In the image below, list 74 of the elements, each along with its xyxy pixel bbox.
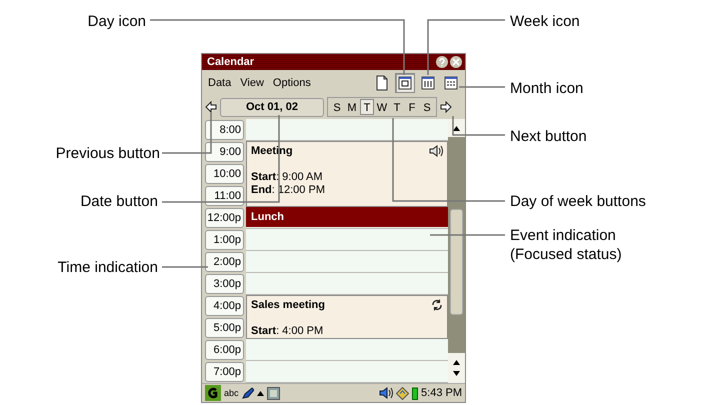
- date-button[interactable]: Oct 01, 02: [220, 98, 324, 116]
- time-button[interactable]: 6:00p: [205, 340, 244, 360]
- event-title: Lunch: [251, 211, 285, 224]
- callout-label: Day icon: [86, 12, 146, 31]
- callout-label: Next button: [510, 127, 587, 146]
- previous-button[interactable]: [205, 101, 217, 113]
- up-arrow-icon: [256, 390, 264, 396]
- close-icon: [452, 58, 460, 66]
- event-block[interactable]: Meeting Start: 9:00 AM End: 12:00 PM: [246, 141, 448, 207]
- speaker-icon: [379, 387, 394, 399]
- weekday-button[interactable]: W: [375, 99, 389, 115]
- callout-label: Month icon: [510, 79, 584, 98]
- time-button[interactable]: 12:00p: [205, 208, 244, 228]
- next-button[interactable]: [440, 101, 452, 113]
- schedule-grid[interactable]: Meeting Start: 9:00 AM End: 12:00 PM Lunch Sales meeting Start: 4:00 PM: [246, 119, 448, 383]
- time-button[interactable]: 7:00p: [205, 362, 244, 382]
- day-view-button[interactable]: [395, 72, 415, 92]
- clock: 5:43 PM: [421, 387, 462, 399]
- callout-label: Time indication: [56, 258, 158, 277]
- pen-icon: [242, 387, 254, 399]
- event-title: Sales meeting: [251, 299, 326, 312]
- time-button[interactable]: 10:00: [205, 164, 244, 184]
- up-arrow-icon: [453, 360, 460, 365]
- event-block[interactable]: Lunch: [246, 207, 448, 227]
- scroll-thumb[interactable]: [450, 209, 463, 315]
- down-arrow-icon: [453, 371, 460, 376]
- network-icon: [396, 386, 410, 400]
- callout-label: Date button: [79, 192, 158, 211]
- time-button[interactable]: 9:00: [205, 142, 244, 162]
- time-button[interactable]: 3:00p: [205, 274, 244, 294]
- right-arrow-icon: [440, 101, 452, 113]
- window-title: Calendar: [207, 56, 254, 68]
- event-detail: Start: 9:00 AM: [251, 171, 324, 184]
- callout-label: Previous button: [54, 144, 160, 163]
- leader-line: [162, 266, 208, 268]
- time-button[interactable]: 8:00: [205, 120, 244, 140]
- start-logo-icon: [205, 385, 221, 401]
- callout-label: Day of week buttons: [510, 192, 646, 211]
- event-title: Meeting: [251, 145, 294, 158]
- time-button[interactable]: 4:00p: [205, 296, 244, 316]
- question-icon: [438, 58, 446, 66]
- speaker-icon: [429, 145, 443, 157]
- time-button[interactable]: 5:00p: [205, 318, 244, 338]
- week-view-icon: [421, 76, 435, 90]
- weekday-button[interactable]: M: [345, 99, 359, 115]
- menu-item[interactable]: Data: [208, 76, 232, 88]
- close-button[interactable]: [450, 56, 462, 68]
- menu-item[interactable]: Options: [272, 76, 311, 88]
- weekday-button[interactable]: S: [420, 99, 434, 115]
- scrollbar[interactable]: [448, 119, 465, 383]
- leader-line: [459, 86, 505, 88]
- time-button[interactable]: 1:00p: [205, 230, 244, 250]
- repeat-icon: [431, 299, 443, 311]
- input-mode-label[interactable]: abc: [224, 388, 239, 398]
- weekday-button[interactable]: T: [360, 99, 374, 115]
- event-detail: Start: 4:00 PM: [251, 325, 324, 338]
- document-icon: [375, 74, 389, 90]
- weekday-button[interactable]: F: [405, 99, 419, 115]
- time-button[interactable]: 2:00p: [205, 252, 244, 272]
- weekday-button[interactable]: S: [330, 99, 344, 115]
- weekday-button[interactable]: T: [390, 99, 404, 115]
- up-arrow-icon: [453, 126, 460, 130]
- time-button[interactable]: 11:00: [205, 186, 244, 206]
- battery-icon: [412, 386, 418, 400]
- day-view-icon: [398, 76, 412, 90]
- left-arrow-icon: [205, 101, 217, 113]
- help-button[interactable]: [436, 56, 448, 68]
- app-icon: [266, 386, 280, 400]
- event-detail: End: 12:00 PM: [251, 184, 326, 197]
- event-block[interactable]: Sales meeting Start: 4:00 PM: [246, 295, 448, 339]
- callout-label: Week icon: [510, 12, 580, 31]
- month-view-icon: [444, 76, 458, 90]
- menu-item[interactable]: View: [240, 76, 264, 88]
- callout-label: Event indication (Focused status): [510, 226, 622, 264]
